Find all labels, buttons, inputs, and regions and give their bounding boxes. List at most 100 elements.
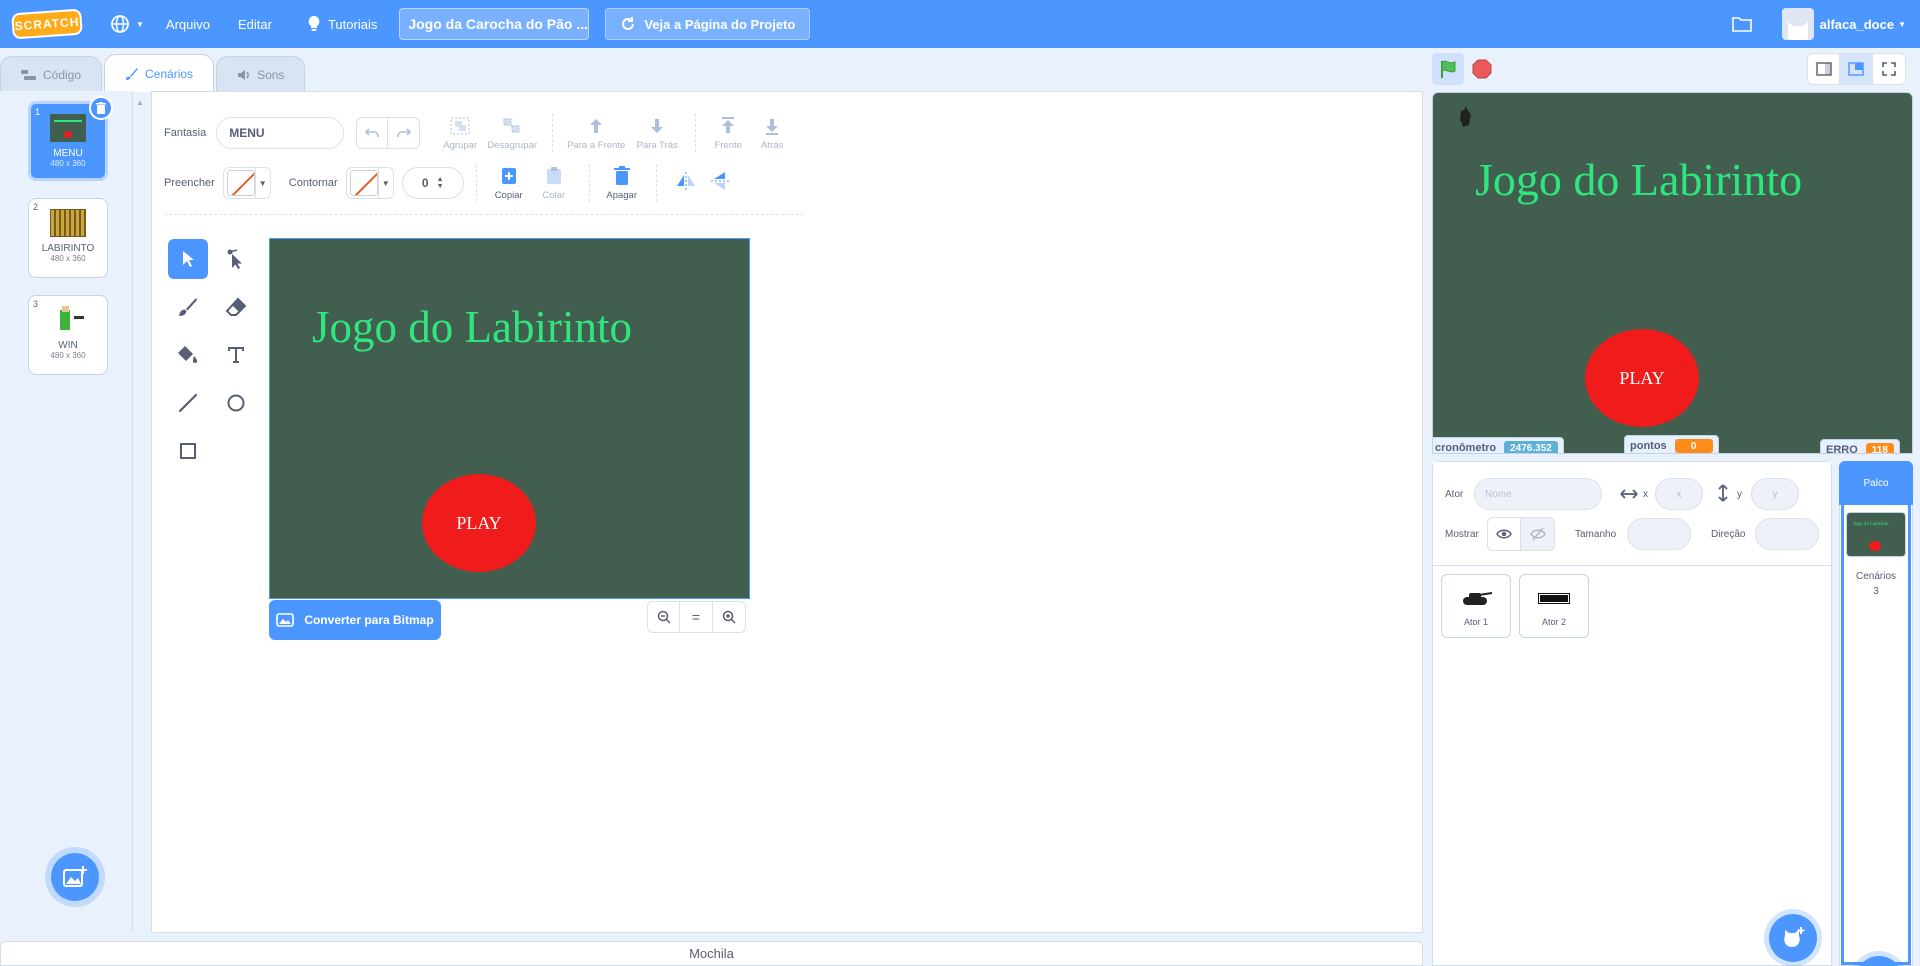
redo-button[interactable] <box>388 117 421 149</box>
chevron-down-icon[interactable]: ▼ <box>1898 20 1906 29</box>
speaker-icon <box>238 69 249 80</box>
reshape-tool[interactable] <box>216 239 256 279</box>
add-sprite-button[interactable] <box>1769 914 1817 962</box>
front-button[interactable]: Frente <box>706 116 750 151</box>
tab-sounds[interactable]: Sons <box>216 56 306 92</box>
tab-costumes[interactable]: Cenários <box>104 54 215 92</box>
line-tool[interactable] <box>168 383 208 423</box>
direction-label: Direção <box>1711 529 1746 540</box>
costume-item-labirinto[interactable]: 2 LABIRINTO 480 x 360 <box>28 198 108 278</box>
to-back-icon <box>766 118 779 135</box>
canvas-play-button-shape[interactable]: PLAY <box>422 474 536 572</box>
show-button[interactable] <box>1487 517 1521 551</box>
rectangle-tool[interactable] <box>168 431 208 471</box>
undo-button[interactable] <box>356 117 389 149</box>
scratch-logo[interactable]: SCRATCH <box>11 8 83 40</box>
project-title-input[interactable]: Jogo da Carocha do Pão ... <box>399 8 590 40</box>
back-button[interactable]: Atrás <box>750 116 794 151</box>
costume-item-win[interactable]: 3 WIN 480 x 360 <box>28 295 108 375</box>
ungroup-button[interactable]: Desagrupar <box>482 116 542 151</box>
group-button[interactable]: Agrupar <box>438 116 482 151</box>
circle-tool[interactable] <box>216 383 256 423</box>
sprite-pane: Ator Nome x x y y Mostrar Tamanho Direçã… <box>1432 461 1832 966</box>
costume-name: MENU <box>53 148 83 159</box>
backward-button[interactable]: Para Trás <box>629 116 685 151</box>
zoom-in-button[interactable] <box>713 601 746 633</box>
hide-button[interactable] <box>1521 517 1555 551</box>
outline-color-picker[interactable]: ▼ <box>345 167 394 199</box>
refresh-icon <box>622 17 635 30</box>
backpack-bar[interactable]: Mochila <box>0 941 1423 966</box>
add-costume-button[interactable] <box>51 853 99 901</box>
fill-tool[interactable] <box>168 335 208 375</box>
username[interactable]: alfaca_doce <box>1820 17 1894 32</box>
delete-costume-button[interactable] <box>89 96 113 120</box>
size-input[interactable] <box>1627 518 1691 550</box>
my-stuff-button[interactable] <box>1720 0 1770 48</box>
y-input[interactable]: y <box>1751 478 1799 510</box>
monitor-pontos[interactable]: pontos 0 <box>1624 435 1719 453</box>
chevron-down-icon: ▼ <box>136 19 144 29</box>
canvas-title-text[interactable]: Jogo do Labirinto <box>312 301 632 353</box>
costume-name: WIN <box>58 340 78 351</box>
monitor-cronometro[interactable]: cronômetro 2476.352 <box>1433 437 1564 453</box>
fullscreen-button[interactable] <box>1873 53 1906 85</box>
costume-thumbnail <box>50 306 86 334</box>
stop-button[interactable] <box>1466 53 1498 85</box>
trash-icon <box>613 165 630 185</box>
stage-title-text: Jogo do Labirinto <box>1475 154 1803 205</box>
direction-input[interactable] <box>1755 518 1819 550</box>
costume-item-menu[interactable]: 1 MENU 480 x 360 <box>28 96 113 181</box>
costume-name-input[interactable]: MENU <box>216 117 345 149</box>
convert-to-bitmap-button[interactable]: Converter para Bitmap <box>269 600 441 640</box>
zoom-reset-button[interactable]: = <box>680 601 713 633</box>
edit-menu[interactable]: Editar <box>226 0 284 48</box>
fill-color-picker[interactable]: ▼ <box>222 167 271 199</box>
costume-name-label: Fantasia <box>164 127 207 139</box>
delete-button[interactable]: Apagar <box>600 165 644 201</box>
stage-canvas[interactable]: Jogo do Labirinto PLAY cronômetro 2476.3… <box>1432 92 1913 454</box>
stepper-arrows-icon[interactable]: ▲ ▼ <box>437 176 444 190</box>
avatar[interactable] <box>1781 8 1814 40</box>
trash-icon <box>96 102 106 114</box>
see-project-page-button[interactable]: Veja a Página do Projeto <box>605 8 811 40</box>
stage-thumbnail-title: Jogo do Labirinto <box>1853 522 1889 527</box>
stage-selector[interactable]: Palco Jogo do Labirinto Cenários 3 <box>1839 461 1913 966</box>
stage-play-button[interactable]: PLAY <box>1585 329 1699 427</box>
circle-icon <box>227 394 245 412</box>
zoom-out-button[interactable] <box>647 601 680 633</box>
green-flag-button[interactable] <box>1432 53 1464 85</box>
large-stage-button[interactable] <box>1840 53 1873 85</box>
x-input[interactable]: x <box>1655 478 1703 510</box>
sprite-name-input[interactable]: Nome <box>1474 478 1602 510</box>
text-tool[interactable] <box>216 335 256 375</box>
select-tool[interactable] <box>168 239 208 279</box>
brush-tool[interactable] <box>168 287 208 327</box>
costume-number: 2 <box>33 202 39 212</box>
paste-button[interactable]: Colar <box>529 166 579 201</box>
flip-vertical-button[interactable] <box>703 170 737 196</box>
backdrops-count: 3 <box>1873 586 1879 597</box>
forward-button[interactable]: Para a Frente <box>563 116 629 151</box>
tank-sprite-icon[interactable] <box>1455 107 1479 131</box>
sprite-tile-ator-1[interactable]: Ator 1 <box>1441 574 1511 638</box>
tutorials-menu[interactable]: Tutoriais <box>294 0 389 48</box>
delete-label: Apagar <box>606 189 637 201</box>
flip-horizontal-button[interactable] <box>669 172 703 194</box>
sprite-thumbnail <box>1520 587 1588 609</box>
stop-icon <box>1472 59 1492 79</box>
scroll-up-icon[interactable]: ▲ <box>136 98 146 107</box>
small-stage-button[interactable] <box>1807 53 1840 85</box>
costume-number: 3 <box>33 299 39 309</box>
monitor-erro[interactable]: ERRO 118 <box>1820 439 1900 453</box>
copy-button[interactable]: Copiar <box>489 166 529 201</box>
add-backdrop-button[interactable] <box>1855 956 1903 966</box>
language-menu[interactable]: ▼ <box>100 0 154 48</box>
eraser-tool[interactable] <box>216 287 256 327</box>
monitor-label: pontos <box>1630 440 1667 452</box>
file-menu[interactable]: Arquivo <box>154 0 222 48</box>
sprite-tile-ator-2[interactable]: Ator 2 <box>1519 574 1589 638</box>
outline-width-stepper[interactable]: 0 ▲ ▼ <box>401 167 464 199</box>
tab-code[interactable]: Código <box>0 56 103 92</box>
paint-canvas[interactable]: Jogo do Labirinto PLAY <box>269 238 750 599</box>
